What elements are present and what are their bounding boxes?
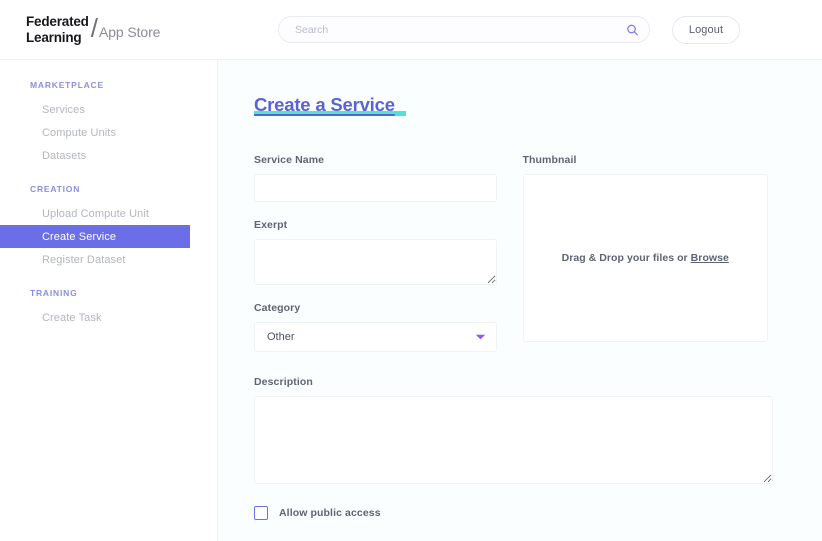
brand-logo[interactable]: Federated Learning / App Store: [26, 14, 160, 46]
top-header: Federated Learning / App Store Logout: [0, 0, 822, 60]
dropzone-text: Drag & Drop your files or Browse: [562, 252, 729, 264]
category-select-wrap: Other: [254, 322, 497, 352]
field-thumbnail: Thumbnail Drag & Drop your files or Brow…: [522, 154, 768, 342]
logo-slash-divider: /: [90, 12, 98, 43]
sidebar-item-create-service[interactable]: Create Service: [0, 225, 190, 248]
form-top-grid: Service Name Exerpt Category Other Thumb…: [254, 154, 768, 352]
logout-button[interactable]: Logout: [672, 15, 740, 44]
sidebar-item-register-dataset[interactable]: Register Dataset: [0, 248, 217, 271]
page-title: Create a Service: [254, 94, 406, 116]
sidebar-item-services[interactable]: Services: [0, 98, 217, 121]
sidebar-item-compute-units[interactable]: Compute Units: [0, 121, 217, 144]
form-left-column: Service Name Exerpt Category Other: [254, 154, 497, 352]
field-description: Description: [254, 376, 773, 484]
label-description: Description: [254, 376, 313, 388]
sidebar-item-upload-compute-unit[interactable]: Upload Compute Unit: [0, 202, 217, 225]
app-window: Federated Learning / App Store Logout: [0, 0, 822, 541]
category-selected-value: Other: [267, 331, 295, 343]
label-exerpt: Exerpt: [254, 219, 288, 231]
search-container: [278, 16, 650, 43]
public-access-row[interactable]: Allow public access: [254, 506, 768, 520]
field-service-name: Service Name: [254, 154, 497, 202]
logo-line-2: Learning: [26, 29, 82, 45]
logo-wordmark: Federated Learning: [26, 14, 89, 46]
category-select[interactable]: Other: [254, 322, 497, 352]
form-right-column: Thumbnail Drag & Drop your files or Brow…: [522, 154, 768, 352]
sidebar-heading-training: TRAINING: [30, 288, 78, 298]
sidebar-nav: MARKETPLACE Services Compute Units Datas…: [0, 60, 218, 541]
logo-zone: Federated Learning / App Store: [0, 14, 218, 46]
logo-line-1: Federated: [26, 13, 89, 29]
label-thumbnail: Thumbnail: [522, 154, 577, 166]
body-row: MARKETPLACE Services Compute Units Datas…: [0, 60, 822, 541]
main-content: Create a Service Service Name Exerpt Cat…: [218, 60, 822, 541]
public-access-label: Allow public access: [279, 507, 381, 519]
description-textarea[interactable]: [254, 396, 773, 484]
logo-subtitle: App Store: [98, 23, 161, 40]
sidebar-item-datasets[interactable]: Datasets: [0, 144, 217, 167]
public-access-checkbox[interactable]: [254, 506, 268, 520]
field-exerpt: Exerpt: [254, 219, 497, 285]
header-actions: Logout: [218, 15, 822, 44]
service-name-input[interactable]: [254, 174, 497, 202]
field-category: Category Other: [254, 302, 497, 352]
sidebar-item-create-task[interactable]: Create Task: [0, 306, 217, 329]
sidebar-group-training: TRAINING Create Task: [0, 288, 217, 329]
exerpt-textarea[interactable]: [254, 239, 497, 285]
sidebar-heading-marketplace: MARKETPLACE: [30, 80, 104, 90]
sidebar-group-marketplace: MARKETPLACE Services Compute Units Datas…: [0, 80, 217, 167]
search-input[interactable]: [278, 16, 650, 43]
sidebar-heading-creation: CREATION: [30, 184, 81, 194]
dropzone-prefix: Drag & Drop your files or: [561, 252, 691, 264]
thumbnail-dropzone[interactable]: Drag & Drop your files or Browse: [522, 174, 768, 342]
page-title-text: Create a Service: [254, 94, 395, 115]
label-category: Category: [254, 302, 301, 314]
sidebar-group-creation: CREATION Upload Compute Unit Create Serv…: [0, 184, 217, 271]
label-service-name: Service Name: [254, 154, 325, 166]
browse-link[interactable]: Browse: [691, 252, 729, 264]
